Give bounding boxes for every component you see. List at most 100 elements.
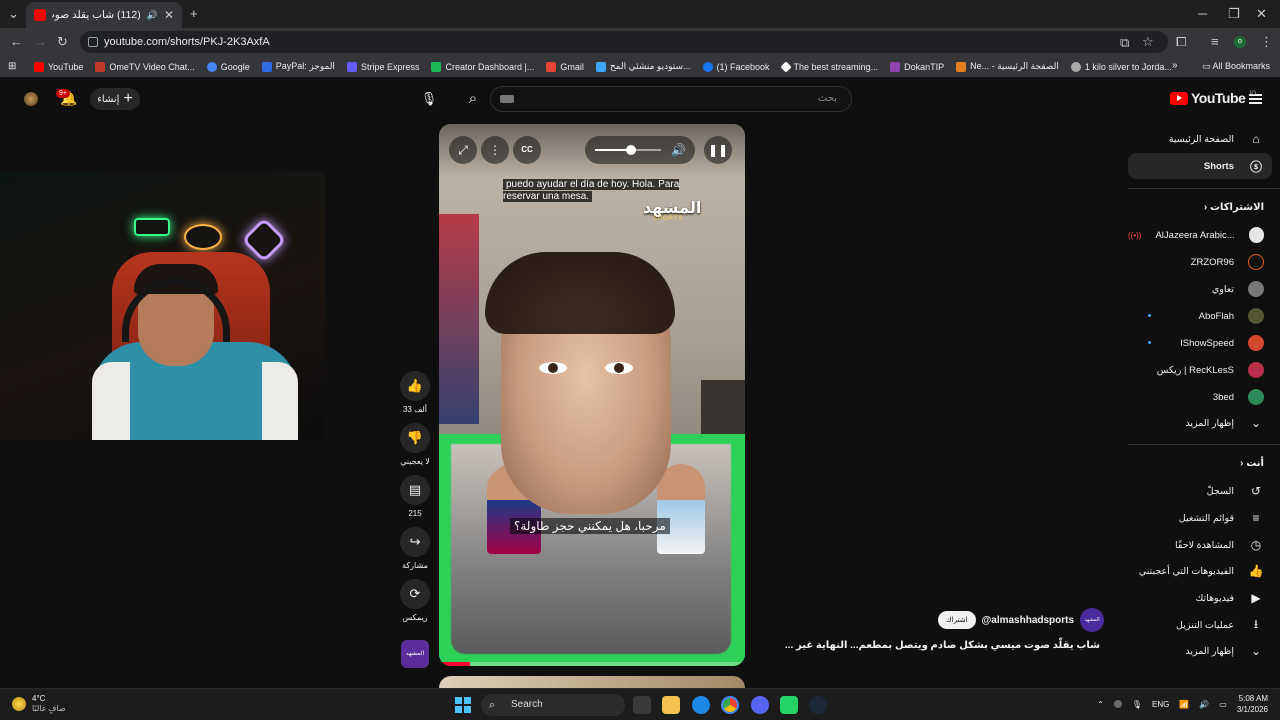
sound-channel-thumbnail[interactable]: المشهد [401,640,429,668]
bookmark-item[interactable]: The best streaming... [779,60,878,73]
volume-slider[interactable] [595,145,661,155]
cast-icon[interactable]: ⧉ [1120,35,1129,51]
steam-icon[interactable] [809,696,827,714]
weather-widget[interactable]: 4°C صافٍ غالبًا [12,694,66,714]
bookmark-item[interactable]: YouTube [34,61,83,72]
search-icon[interactable]: ⌕ [456,86,490,112]
sidebar-item-channel[interactable]: AboFlah [1128,303,1272,329]
pause-icon[interactable]: ❚❚ [704,136,732,164]
bookmark-item[interactable]: ستوديو منشئي المح... [595,61,691,72]
sidebar-item-channel[interactable]: 3bed [1128,384,1272,410]
sidebar-item-channel[interactable]: ((•)) AlJazeera Arabic... [1128,222,1272,248]
share-button[interactable]: ↪ مشاركة [396,527,434,570]
sidebar-item-channel[interactable]: تعاوي [1128,276,1272,302]
bookmark-item[interactable]: Creator Dashboard |... [431,61,534,72]
chrome-icon[interactable] [721,696,739,714]
like-button[interactable]: 👍 33 ألف [396,371,434,414]
address-bar[interactable]: youtube.com/shorts/PKJ-2K3AxfA [80,31,1168,53]
sidebar-item-your-videos[interactable]: فيديوهاتك ▶ [1128,585,1272,611]
bookmark-item[interactable]: Ne... - الصفحة الرئيسية [956,61,1059,72]
whatsapp-icon[interactable] [780,696,798,714]
bookmark-item[interactable]: Gmail [546,61,584,72]
volume-slider-knob[interactable] [626,145,637,155]
channel-handle[interactable]: @almashhadsports [982,615,1075,626]
fullscreen-icon[interactable]: ⤢ [449,136,477,164]
bookmark-item[interactable]: OmeTV Video Chat... [95,61,195,72]
subscribe-button[interactable]: اشتراك [938,611,976,629]
youtube-logo[interactable]: YouTube JO [1170,90,1256,106]
profile-avatar-icon[interactable]: o [1234,36,1246,48]
tray-mic-icon[interactable]: 🎙 [1132,700,1142,709]
restore-window-icon[interactable]: ❐ [1228,6,1240,22]
bookmarks-overflow-icon[interactable]: » [1172,60,1178,71]
forward-icon[interactable]: → [34,34,47,49]
sidebar-item-channel[interactable]: IShowSpeed [1128,330,1272,356]
audio-playing-icon[interactable]: 🔊 [147,10,158,21]
short-title[interactable]: شاب يقلّد صوت ميسي بشكل صادم ويتصل بمطعم… [785,640,1100,651]
bookmark-star-icon[interactable]: ☆ [1142,34,1154,50]
sidebar-show-more-you[interactable]: إظهار المزيد ⌄ [1128,638,1272,664]
back-icon[interactable]: ← [10,34,23,49]
captions-icon[interactable]: CC [513,136,541,164]
browser-tab-active[interactable]: (112) شاب يقلّد صوت ميسي 🔊 ✕ [26,2,182,28]
mic-icon[interactable]: 🎙 [416,86,442,112]
comments-button[interactable]: ▤ 215 [396,475,434,518]
menu-kebab-icon[interactable]: ⋮ [1260,34,1273,50]
close-tab-icon[interactable]: ✕ [164,8,174,22]
file-explorer-icon[interactable] [662,696,680,714]
subscriptions-heading[interactable]: › الاشتراكات [1204,202,1264,213]
minimize-window-icon[interactable]: ─ [1198,6,1207,21]
reload-icon[interactable]: ↻ [57,34,68,50]
taskbar-clock[interactable]: 5:08 AM 3/1/2026 [1237,693,1268,715]
bookmark-item[interactable]: 1 kilo silver to Jorda... [1070,61,1172,72]
media-control-icon[interactable]: ≡ [1211,34,1219,49]
sidebar-item-channel[interactable]: ZRZOR96 [1128,249,1272,275]
all-bookmarks-button[interactable]: ▭ All Bookmarks [1202,61,1270,72]
sidebar-item-liked-videos[interactable]: الفيديوهات التي أعجبتني 👍 [1128,558,1272,584]
volume-control[interactable]: 🔊 [585,136,695,164]
bookmark-item[interactable]: DokanTIP [890,61,944,72]
sidebar-item-home[interactable]: الصفحة الرئيسية ⌂ [1128,126,1272,152]
more-options-icon[interactable]: ⋮ [481,136,509,164]
taskbar-search[interactable]: ⌕ Search [481,694,625,716]
search-input[interactable]: بحث [490,86,852,112]
next-short-preview[interactable] [439,676,745,688]
edge-icon[interactable] [692,696,710,714]
site-info-icon[interactable] [88,37,98,47]
volume-icon[interactable]: 🔊 [671,136,686,164]
task-view-icon[interactable] [633,696,651,714]
sidebar-item-watch-later[interactable]: المشاهدة لاحقًا ◷ [1128,532,1272,558]
windows-start-icon[interactable] [455,697,471,713]
remix-button[interactable]: ⟳ ريمكس [396,579,434,622]
tray-app-icon[interactable] [1113,700,1122,708]
battery-icon[interactable]: ▭ [1219,700,1227,709]
new-tab-button[interactable]: + [190,6,198,21]
bookmark-item[interactable]: (1) Facebook [702,61,770,72]
tab-search-icon[interactable]: ⌄ [8,6,19,22]
dislike-button[interactable]: 👎 لا يعجبني [396,423,434,466]
language-indicator[interactable]: ENG [1152,700,1169,709]
shorts-player[interactable]: ⤢ ⋮ CC 🔊 ❚❚ puedo ayudar el día de hoy. … [439,124,745,666]
apps-grid-icon[interactable]: ⊞ [8,61,16,72]
sidebar-item-shorts[interactable]: Shorts ⓢ [1128,153,1272,179]
sidebar-show-more[interactable]: إظهار المزيد ⌄ [1128,410,1272,436]
sidebar-item-history[interactable]: السجلّ ↺ [1128,478,1272,504]
close-window-icon[interactable]: ✕ [1256,6,1267,22]
tray-overflow-icon[interactable]: ⌃ [1097,700,1104,709]
bookmark-item[interactable]: Google [206,61,250,72]
you-heading[interactable]: › أنت [1240,458,1264,469]
sidebar-item-playlists[interactable]: قوائم التشغيل ≡ [1128,505,1272,531]
channel-avatar[interactable]: المشهد [1080,608,1105,632]
create-button[interactable]: إنشاء + [90,88,140,110]
discord-icon[interactable] [751,696,769,714]
account-avatar[interactable] [24,92,38,106]
extensions-icon[interactable]: ⧠ [1176,34,1186,50]
video-progress-bar[interactable] [439,662,745,666]
sidebar-item-channel[interactable]: ريكس | RecKLesS [1128,357,1272,383]
wifi-icon[interactable]: 📶 [1179,700,1189,709]
bookmark-item[interactable]: PayPal: الموجز [261,61,335,72]
bookmark-item[interactable]: Stripe Express [346,61,419,72]
keyboard-input-icon[interactable] [500,95,514,103]
sidebar-item-downloads[interactable]: عمليات التنزيل ⭳ [1128,612,1272,638]
speaker-icon[interactable]: 🔊 [1199,700,1209,709]
